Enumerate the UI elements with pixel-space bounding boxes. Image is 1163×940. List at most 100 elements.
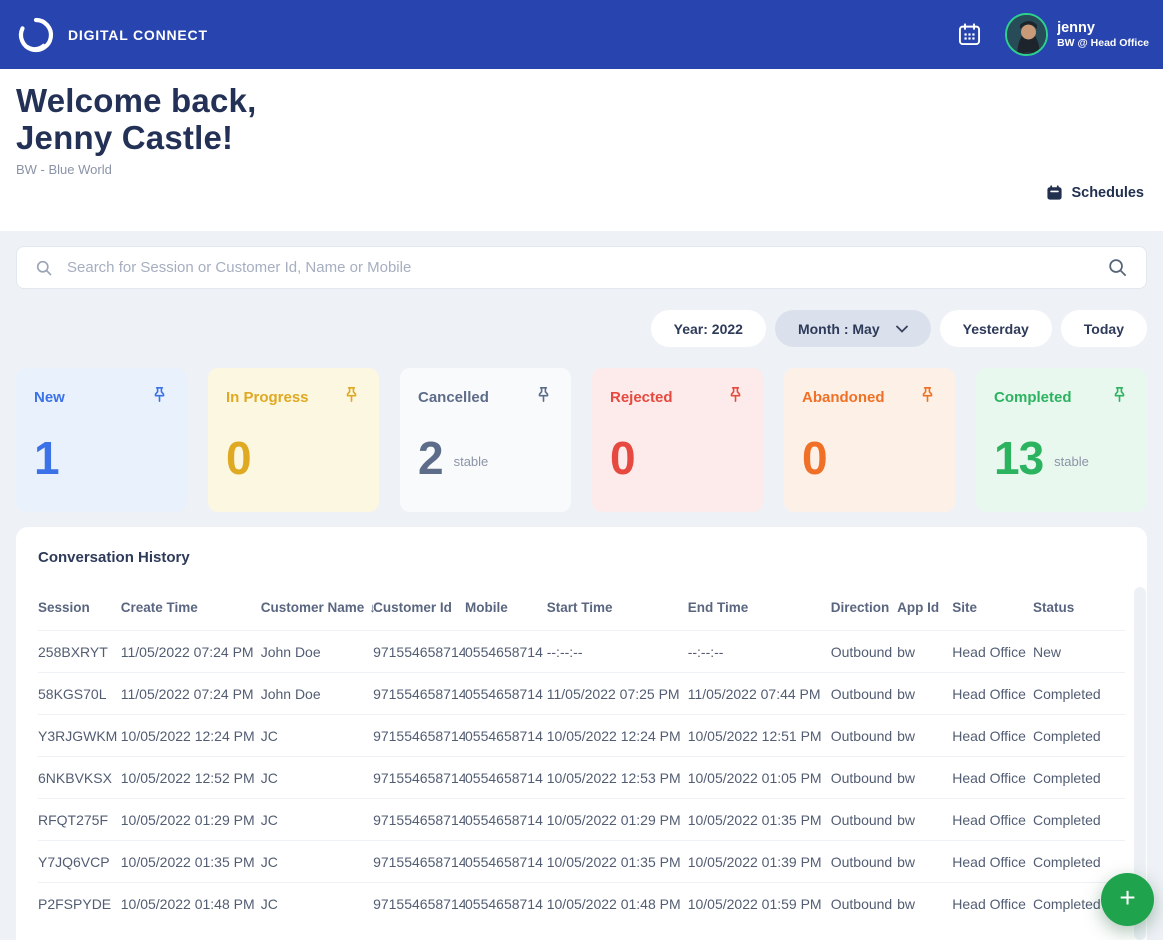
cell-session[interactable]: Y3RJGWKM — [38, 715, 121, 757]
cell-session[interactable]: 258BXRYT — [38, 631, 121, 673]
cell-app-id: bw — [897, 883, 952, 925]
cell-start-time: 10/05/2022 12:53 PM — [547, 757, 688, 799]
cell-direction: Outbound — [831, 631, 897, 673]
cell-direction: Outbound — [831, 715, 897, 757]
search-input[interactable] — [53, 259, 1107, 276]
cell-session[interactable]: RFQT275F — [38, 799, 121, 841]
table-row[interactable]: 6NKBVKSX 10/05/2022 12:52 PM JC 97155465… — [38, 757, 1125, 799]
cell-app-id: bw — [897, 799, 952, 841]
cell-customer-name: JC — [261, 757, 373, 799]
col-create-time[interactable]: Create Time — [121, 600, 261, 631]
filter-year-chip[interactable]: Year: 2022 — [651, 310, 766, 347]
cell-customer-id: 971554658714 — [373, 799, 465, 841]
filter-yesterday-chip[interactable]: Yesterday — [940, 310, 1052, 347]
cell-mobile: 0554658714 — [465, 673, 547, 715]
card-rejected[interactable]: Rejected 0 — [592, 368, 763, 512]
add-conversation-fab[interactable]: + — [1101, 873, 1154, 926]
col-session[interactable]: Session — [38, 600, 121, 631]
cell-customer-name: JC — [261, 883, 373, 925]
filter-today-chip[interactable]: Today — [1061, 310, 1147, 347]
cell-mobile: 0554658714 — [465, 757, 547, 799]
cell-create-time: 11/05/2022 07:24 PM — [121, 673, 261, 715]
cell-customer-id: 971554658714 — [373, 715, 465, 757]
table-row[interactable]: RFQT275F 10/05/2022 01:29 PM JC 97155465… — [38, 799, 1125, 841]
col-customer-id[interactable]: Customer Id — [373, 600, 465, 631]
user-name: jenny — [1057, 20, 1149, 37]
cell-create-time: 10/05/2022 01:48 PM — [121, 883, 261, 925]
logo-swirl-icon — [16, 15, 56, 55]
col-direction[interactable]: Direction — [831, 600, 897, 631]
cell-start-time: 10/05/2022 01:35 PM — [547, 841, 688, 883]
schedules-label: Schedules — [1071, 185, 1144, 201]
cell-end-time: 10/05/2022 01:05 PM — [688, 757, 831, 799]
status-cards: New 1 In Progress 0 Cancelled 2stable Re… — [16, 368, 1147, 512]
cell-customer-id: 971554658714 — [373, 841, 465, 883]
welcome-section: Welcome back, Jenny Castle! BW - Blue Wo… — [0, 69, 1163, 231]
cell-site: Head Office — [952, 841, 1033, 883]
col-customer-name[interactable]: Customer Name↓ — [261, 600, 373, 631]
cell-direction: Outbound — [831, 883, 897, 925]
card-in-progress[interactable]: In Progress 0 — [208, 368, 379, 512]
card-new[interactable]: New 1 — [16, 368, 187, 512]
card-value: 2 — [418, 431, 443, 485]
card-value: 13 — [994, 431, 1043, 485]
brand-logo[interactable]: DIGITAL CONNECT — [16, 15, 208, 55]
cell-session[interactable]: 6NKBVKSX — [38, 757, 121, 799]
cell-create-time: 10/05/2022 01:35 PM — [121, 841, 261, 883]
cell-start-time: 10/05/2022 01:29 PM — [547, 799, 688, 841]
page-title: Welcome back, Jenny Castle! — [16, 82, 1147, 156]
user-menu[interactable]: jenny BW @ Head Office — [1005, 13, 1149, 56]
card-abandoned[interactable]: Abandoned 0 — [784, 368, 955, 512]
cell-site: Head Office — [952, 631, 1033, 673]
card-value: 0 — [610, 431, 635, 485]
cell-session[interactable]: Y7JQ6VCP — [38, 841, 121, 883]
cell-site: Head Office — [952, 883, 1033, 925]
table-row[interactable]: Y7JQ6VCP 10/05/2022 01:35 PM JC 97155465… — [38, 841, 1125, 883]
pin-icon[interactable] — [534, 385, 553, 404]
calendar-icon[interactable] — [956, 21, 983, 48]
cell-end-time: 11/05/2022 07:44 PM — [688, 673, 831, 715]
table-body: 258BXRYT 11/05/2022 07:24 PM John Doe 97… — [38, 631, 1125, 925]
cell-status: New — [1033, 631, 1125, 673]
col-site[interactable]: Site — [952, 600, 1033, 631]
cell-start-time: --:--:-- — [547, 631, 688, 673]
cell-app-id: bw — [897, 715, 952, 757]
cell-session[interactable]: P2FSPYDE — [38, 883, 121, 925]
pin-icon[interactable] — [726, 385, 745, 404]
cell-app-id: bw — [897, 631, 952, 673]
filter-bar: Year: 2022 Month : May Yesterday Today — [0, 310, 1147, 347]
table-header-row: Session Create Time Customer Name↓ Custo… — [38, 600, 1125, 631]
cell-direction: Outbound — [831, 841, 897, 883]
avatar — [1005, 13, 1048, 56]
pin-icon[interactable] — [342, 385, 361, 404]
pin-icon[interactable] — [1110, 385, 1129, 404]
table-row[interactable]: P2FSPYDE 10/05/2022 01:48 PM JC 97155465… — [38, 883, 1125, 925]
card-completed[interactable]: Completed 13stable — [976, 368, 1147, 512]
card-label: Cancelled — [418, 389, 489, 406]
table-row[interactable]: 58KGS70L 11/05/2022 07:24 PM John Doe 97… — [38, 673, 1125, 715]
col-end-time[interactable]: End Time — [688, 600, 831, 631]
pin-icon[interactable] — [918, 385, 937, 404]
cell-app-id: bw — [897, 673, 952, 715]
conversation-table: Session Create Time Customer Name↓ Custo… — [38, 600, 1125, 924]
col-app-id[interactable]: App Id — [897, 600, 952, 631]
pin-icon[interactable] — [150, 385, 169, 404]
col-mobile[interactable]: Mobile — [465, 600, 547, 631]
schedules-button[interactable]: Schedules — [1046, 184, 1144, 201]
cell-session[interactable]: 58KGS70L — [38, 673, 121, 715]
cell-end-time: 10/05/2022 01:35 PM — [688, 799, 831, 841]
table-row[interactable]: 258BXRYT 11/05/2022 07:24 PM John Doe 97… — [38, 631, 1125, 673]
filter-month-chip[interactable]: Month : May — [775, 310, 931, 347]
col-status[interactable]: Status — [1033, 600, 1125, 631]
cell-direction: Outbound — [831, 799, 897, 841]
col-start-time[interactable]: Start Time — [547, 600, 688, 631]
cell-site: Head Office — [952, 757, 1033, 799]
search-submit-icon[interactable] — [1107, 257, 1128, 278]
cell-end-time: 10/05/2022 01:59 PM — [688, 883, 831, 925]
cell-customer-name: John Doe — [261, 631, 373, 673]
cell-status: Completed — [1033, 715, 1125, 757]
card-cancelled[interactable]: Cancelled 2stable — [400, 368, 571, 512]
cell-customer-id: 971554658714 — [373, 631, 465, 673]
table-row[interactable]: Y3RJGWKM 10/05/2022 12:24 PM JC 97155465… — [38, 715, 1125, 757]
cell-mobile: 0554658714 — [465, 883, 547, 925]
